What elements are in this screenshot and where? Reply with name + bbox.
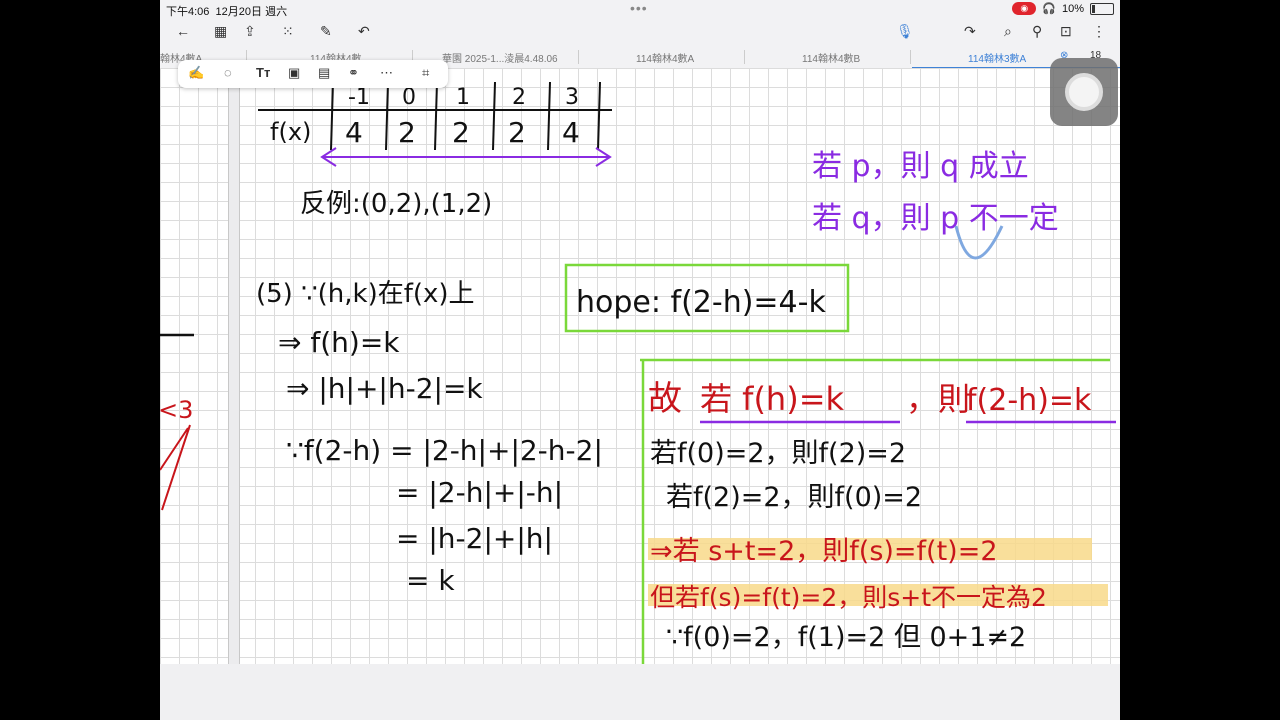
table-x-2: 0 <box>402 85 416 110</box>
handwriting-layer: <3 -1 0 1 2 3 f(x) 4 2 2 2 4 反例:(0,2),(1… <box>160 81 1116 664</box>
table-fx-label: f(x) <box>270 118 311 146</box>
table-fx-3: 2 <box>452 116 470 149</box>
text-tool-icon[interactable]: Tт <box>256 65 270 80</box>
step5-b-line: ⇒ |h|+|h-2|=k <box>286 372 483 405</box>
counterexample-text: 反例:(0,2),(1,2) <box>300 189 492 219</box>
more-tools-icon[interactable]: ⋯ <box>380 65 393 81</box>
conclusion-title-c: ，則 <box>906 380 970 418</box>
lasso-icon[interactable]: ◌ <box>224 65 232 80</box>
table-x-3: 1 <box>456 85 470 110</box>
image-icon[interactable]: ▣ <box>288 65 300 81</box>
assistive-touch-icon <box>1065 73 1103 111</box>
assistive-touch-button[interactable] <box>1050 58 1118 126</box>
pen-tool-icon[interactable]: ✍ <box>188 65 204 81</box>
comment-icon[interactable]: ▤ <box>318 65 330 81</box>
table-x-4: 2 <box>512 85 526 110</box>
table-x-5: 3 <box>565 85 579 110</box>
hope-text: hope: f(2-h)=4-k <box>576 285 826 320</box>
crop-icon[interactable]: ⌗ <box>422 65 429 81</box>
box-line-5: ∵f(0)=2，f(1)=2 但 0+1≠2 <box>666 622 1026 653</box>
rule-line-2: 若 q，則 p 不一定 <box>812 201 1059 236</box>
conclusion-title-b: 若 f(h)=k <box>700 380 845 418</box>
box-line-2: 若f(2)=2，則f(0)=2 <box>666 482 922 513</box>
table-fx-2: 2 <box>398 116 416 149</box>
calc-line-3: = |h-2|+|h| <box>396 522 553 555</box>
calc-line-4: = k <box>406 564 455 597</box>
pen-toolbar: ✍ ◌ Tт ▣ ▤ ⚭ ⋯ ⌗ <box>178 60 448 88</box>
table-x-1: -1 <box>348 85 370 110</box>
table-fx-1: 4 <box>345 116 363 149</box>
table-vline <box>330 81 334 151</box>
box-line-3: ⇒若 s+t=2，則f(s)=f(t)=2 <box>650 536 998 567</box>
rule-line-1: 若 p，則 q 成立 <box>812 149 1029 184</box>
link-icon[interactable]: ⚭ <box>348 65 359 81</box>
box-line-4: 但若f(s)=f(t)=2，則s+t不一定為2 <box>650 583 1047 612</box>
step5-line: (5) ∵(h,k)在f(x)上 <box>256 279 475 309</box>
red-arrow-stroke <box>160 424 191 511</box>
conclusion-title-a: 故 <box>648 379 682 419</box>
left-fragment-text: <3 <box>160 396 193 424</box>
box-line-1: 若f(0)=2，則f(2)=2 <box>650 438 906 469</box>
calc-line-1: ∵f(2-h) = |2-h|+|2-h-2| <box>286 434 603 467</box>
step5-a-line: ⇒ f(h)=k <box>278 326 400 359</box>
tablet-screen: 下午4:06 12月20日 週六 ••• ◉ 🎧 10% ← ▦ ⇪ ⁙ ✎ ↶… <box>160 0 1120 720</box>
table-fx-5: 4 <box>562 116 580 149</box>
table-fx-4: 2 <box>508 116 526 149</box>
conclusion-title-d: f(2-h)=k <box>966 383 1092 418</box>
calc-line-2: = |2-h|+|-h| <box>396 476 563 509</box>
